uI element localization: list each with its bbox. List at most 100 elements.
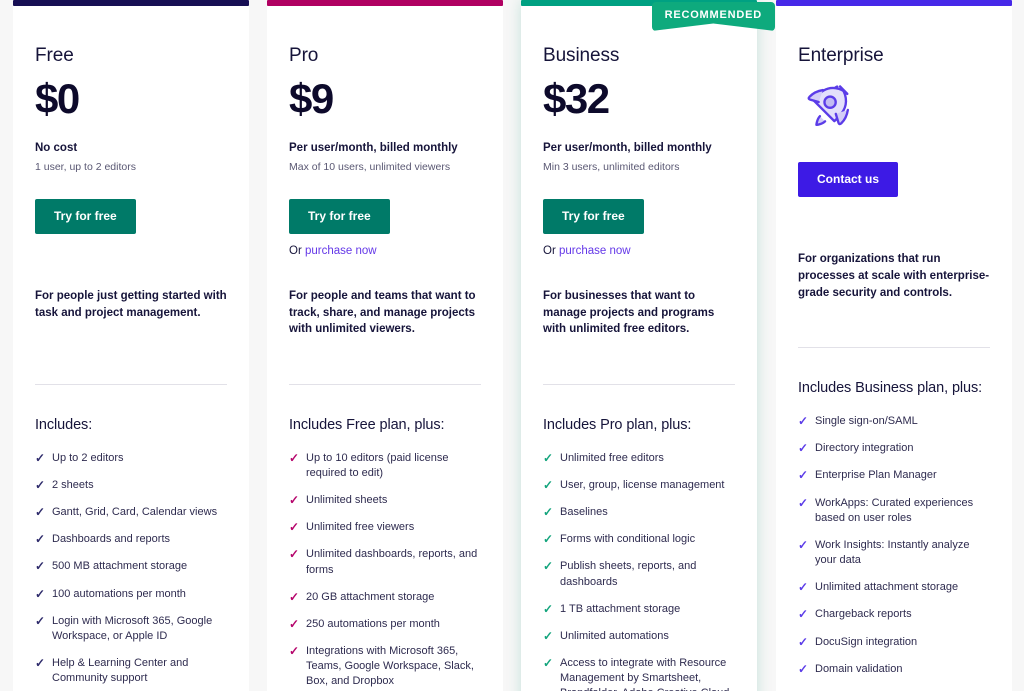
- divider-business: [543, 383, 735, 385]
- feature-item: ✓ Gantt, Grid, Card, Calendar views: [35, 505, 227, 520]
- plan-subnote-pro: Max of 10 users, unlimited viewers: [289, 160, 451, 173]
- feature-item: ✓ Work Insights: Instantly analyze your d…: [798, 538, 990, 568]
- feature-label: 250 automations per month: [306, 617, 440, 630]
- plan-description-free: For people just getting started with tas…: [35, 289, 227, 319]
- feature-label: 500 MB attachment storage: [52, 560, 188, 573]
- checkmark-icon: ✓: [798, 441, 809, 456]
- feature-label: Up to 2 editors: [52, 451, 124, 464]
- purchase-now-link-business[interactable]: purchase now: [559, 245, 631, 257]
- checkmark-icon: ✓: [543, 477, 554, 492]
- feature-item: ✓ Unlimited sheets: [289, 493, 481, 508]
- feature-item: ✓ Dashboards and reports: [35, 532, 227, 547]
- feature-label: Access to integrate with Resource Manage…: [560, 657, 732, 691]
- feature-label: 1 TB attachment storage: [560, 602, 681, 615]
- plan-card-business: RECOMMENDED Business $32 Per user/month,…: [521, 0, 775, 691]
- plan-billing-pro: Per user/month, billed monthly: [289, 142, 458, 154]
- checkmark-icon: ✓: [543, 656, 554, 671]
- checkmark-icon: ✓: [543, 628, 554, 643]
- feature-label: 20 GB attachment storage: [306, 590, 435, 603]
- try-for-free-button-pro[interactable]: Try for free: [289, 198, 390, 234]
- feature-item: ✓ 100 automations per month: [35, 587, 227, 602]
- feature-list-pro: ✓ Up to 10 editors (paid license required…: [289, 451, 481, 691]
- feature-item: ✓ 20 GB attachment storage: [289, 590, 481, 605]
- plan-price-free: $0: [35, 75, 80, 122]
- feature-item: ✓ Enterprise Plan Manager: [798, 468, 990, 483]
- checkmark-icon: ✓: [798, 580, 809, 595]
- checkmark-icon: ✓: [798, 414, 809, 429]
- purchase-now-link-pro[interactable]: purchase now: [305, 245, 377, 257]
- feature-item: ✓ Unlimited free editors: [543, 451, 735, 466]
- purchase-line-business: Or purchase now: [543, 245, 735, 257]
- feature-label: Single sign-on/SAML: [815, 415, 918, 428]
- checkmark-icon: ✓: [35, 613, 46, 628]
- includes-title-pro: Includes Free plan, plus:: [289, 416, 445, 433]
- checkmark-icon: ✓: [289, 493, 300, 508]
- cta-row-enterprise: Contact us: [798, 162, 990, 198]
- feature-label: 100 automations per month: [52, 587, 186, 600]
- plan-subnote-free: 1 user, up to 2 editors: [35, 160, 136, 173]
- purchase-prefix-business: Or: [543, 244, 559, 257]
- rocket-icon: [798, 79, 990, 137]
- checkmark-icon: ✓: [35, 559, 46, 574]
- try-for-free-button-business[interactable]: Try for free: [543, 198, 644, 234]
- feature-item: ✓ Chargeback reports: [798, 607, 990, 622]
- feature-item: ✓ 250 automations per month: [289, 617, 481, 632]
- feature-item: ✓ 1 TB attachment storage: [543, 602, 735, 617]
- feature-item: ✓ Domain validation: [798, 662, 990, 677]
- feature-label: Unlimited dashboards, reports, and forms: [306, 548, 478, 576]
- plan-description-enterprise: For organizations that run processes at …: [798, 253, 990, 299]
- divider-pro: [289, 383, 481, 385]
- checkmark-icon: ✓: [35, 656, 46, 671]
- checkmark-icon: ✓: [543, 601, 554, 616]
- feature-item: ✓ Baselines: [543, 505, 735, 520]
- purchase-spacer-free: [35, 234, 227, 257]
- checkmark-icon: ✓: [798, 537, 809, 552]
- checkmark-icon: ✓: [798, 661, 809, 676]
- checkmark-icon: ✓: [798, 495, 809, 510]
- feature-label: Login with Microsoft 365, Google Workspa…: [52, 614, 213, 642]
- checkmark-icon: ✓: [798, 607, 809, 622]
- purchase-line-pro: Or purchase now: [289, 245, 481, 257]
- feature-label: Unlimited free viewers: [306, 521, 415, 534]
- feature-label: Unlimited automations: [560, 629, 669, 642]
- feature-item: ✓ 500 MB attachment storage: [35, 559, 227, 574]
- plan-billing-business: Per user/month, billed monthly: [543, 142, 712, 154]
- checkmark-icon: ✓: [798, 634, 809, 649]
- checkmark-icon: ✓: [289, 616, 300, 631]
- feature-label: 2 sheets: [52, 478, 94, 491]
- plan-subnote-business: Min 3 users, unlimited editors: [543, 160, 680, 173]
- cta-row-business: Try for free: [543, 198, 735, 234]
- feature-item: ✓ Directory integration: [798, 441, 990, 456]
- feature-item: ✓ Access to integrate with Resource Manag…: [543, 656, 735, 691]
- plan-description-pro: For people and teams that want to track,…: [289, 289, 476, 336]
- feature-label: Directory integration: [815, 442, 914, 455]
- divider-free: [35, 383, 227, 385]
- pricing-plans-grid: Free $0 No cost 1 user, up to 2 editors …: [0, 0, 1024, 691]
- feature-label: Unlimited attachment storage: [815, 581, 959, 594]
- feature-item: ✓ Single sign-on/SAML: [798, 414, 990, 429]
- try-for-free-button-free[interactable]: Try for free: [35, 198, 136, 234]
- plan-name-pro: Pro: [289, 45, 319, 66]
- feature-item: ✓ Unlimited dashboards, reports, and form…: [289, 547, 481, 577]
- feature-item: ✓ Integrations with Microsoft 365, Teams,…: [289, 644, 481, 690]
- checkmark-icon: ✓: [289, 547, 300, 562]
- feature-item: ✓ Up to 2 editors: [35, 451, 227, 466]
- checkmark-icon: ✓: [35, 477, 46, 492]
- feature-label: User, group, license management: [560, 478, 725, 491]
- feature-label: Gantt, Grid, Card, Calendar views: [52, 506, 218, 519]
- feature-label: Publish sheets, reports, and dashboards: [560, 560, 697, 588]
- checkmark-icon: ✓: [289, 644, 300, 659]
- feature-item: ✓ WorkApps: Curated experiences based on …: [798, 496, 990, 526]
- contact-us-button[interactable]: Contact us: [798, 162, 899, 198]
- cta-row-free: Try for free: [35, 198, 227, 234]
- includes-title-free: Includes:: [35, 416, 93, 433]
- plan-name-enterprise: Enterprise: [798, 45, 884, 66]
- purchase-prefix-pro: Or: [289, 244, 305, 257]
- feature-label: Integrations with Microsoft 365, Teams, …: [306, 645, 474, 688]
- feature-item: ✓ Up to 10 editors (paid license required…: [289, 451, 481, 481]
- feature-label: Dashboards and reports: [52, 533, 171, 546]
- checkmark-icon: ✓: [543, 450, 554, 465]
- feature-label: Help & Learning Center and Community sup…: [52, 657, 189, 685]
- feature-label: Unlimited sheets: [306, 494, 388, 507]
- purchase-spacer-enterprise: [798, 197, 990, 220]
